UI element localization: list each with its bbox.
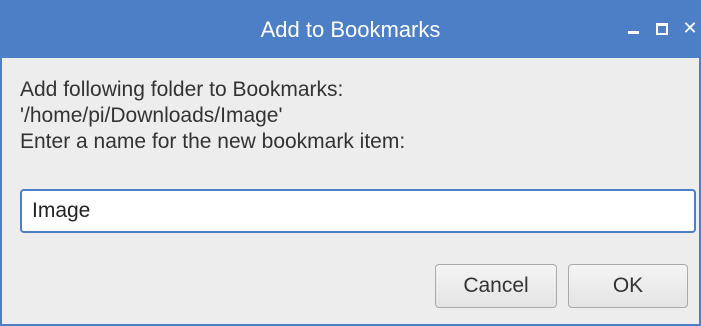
message-line-1: Add following folder to Bookmarks: [20,78,344,101]
ok-button[interactable]: OK [568,264,688,308]
maximize-icon[interactable] [650,16,674,40]
minimize-icon[interactable] [622,16,646,40]
add-to-bookmarks-dialog: Add to Bookmarks ✕ Add following folder … [0,0,701,326]
dialog-title: Add to Bookmarks [260,17,441,42]
title-bar[interactable]: Add to Bookmarks ✕ [2,0,699,58]
bookmark-name-input[interactable] [20,189,696,233]
message-line-3: Enter a name for the new bookmark item: [20,130,406,153]
cancel-button[interactable]: Cancel [435,264,557,308]
close-icon[interactable]: ✕ [678,16,701,40]
folder-path-text: '/home/pi/Downloads/Image' [20,104,283,127]
